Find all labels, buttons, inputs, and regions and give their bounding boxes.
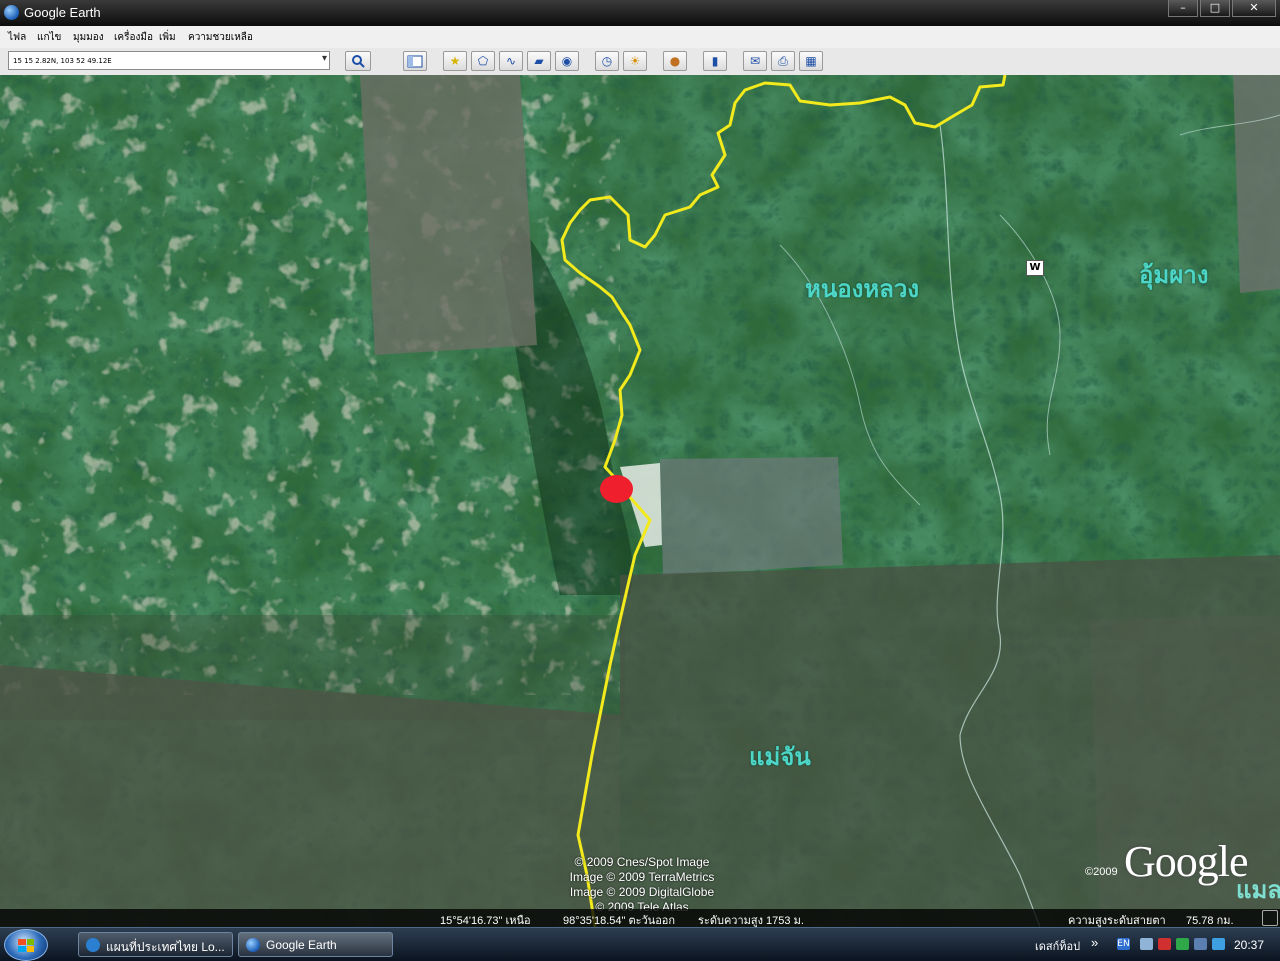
language-indicator[interactable]: EN (1117, 938, 1130, 950)
browser-icon (86, 938, 100, 952)
email-icon: ✉ (749, 54, 761, 68)
map-view[interactable]: W หนองหลวง อุ้มผาง แม่จัน © 2009 Cnes/Sp… (0, 75, 1280, 927)
menu-bar: ไฟล แกไข มุมมอง เครื่องมือ เพิ่ม ความชวย… (0, 26, 1280, 49)
menu-view[interactable]: มุมมอง (73, 30, 104, 45)
ruler-button[interactable]: ▮ (703, 51, 727, 71)
credit-line: Image © 2009 TerraMetrics (569, 870, 715, 884)
taskbar-item-maxthon[interactable]: แผนที่ประเทศไทย Lo... (78, 932, 233, 957)
minimize-button[interactable]: – (1168, 0, 1198, 17)
search-icon (352, 55, 365, 68)
status-bar: 15°54'16.73" เหนือ 98°35'18.54" ตะวันออก… (0, 909, 1280, 927)
polygon-icon: ⬠ (477, 54, 489, 68)
menu-tools[interactable]: เครื่องมือ (114, 30, 153, 45)
clock-icon: ◷ (601, 54, 613, 68)
place-label-maechan[interactable]: แม่จัน (749, 737, 811, 776)
clock[interactable]: 20:37 (1234, 938, 1264, 952)
streaming-indicator-icon (1262, 910, 1278, 926)
add-polygon-button[interactable]: ⬠ (471, 51, 495, 71)
taskbar-item-label: Google Earth (266, 938, 337, 952)
close-button[interactable]: ✕ (1232, 0, 1276, 17)
google-earth-icon (4, 5, 19, 20)
record-tour-button[interactable]: ◉ (555, 51, 579, 71)
desktop-toolbar[interactable]: เดสก์ท็อป (1035, 937, 1080, 955)
sunlight-button[interactable]: ☀ (623, 51, 647, 71)
tray-volume-icon[interactable] (1194, 938, 1207, 950)
sidebar-toggle-button[interactable] (403, 51, 427, 71)
path-icon: ∿ (505, 54, 517, 68)
add-path-button[interactable]: ∿ (499, 51, 523, 71)
place-label-umphang[interactable]: อุ้มผาง (1139, 255, 1209, 294)
add-overlay-button[interactable]: ▰ (527, 51, 551, 71)
windows-taskbar: แผนที่ประเทศไทย Lo... Google Earth เดสก์… (0, 927, 1280, 961)
place-label-partial: แมล (1236, 876, 1280, 904)
search-input[interactable] (11, 53, 315, 68)
view-in-maps-button[interactable]: ▦ (799, 51, 823, 71)
tray-update-icon[interactable] (1212, 938, 1225, 950)
placemark-icon: ★ (449, 54, 461, 68)
maximize-button[interactable]: □ (1200, 0, 1230, 17)
credit-line: © 2009 Cnes/Spot Image (574, 855, 710, 869)
chevron-down-icon[interactable]: ▾ (322, 53, 327, 64)
add-placemark-button[interactable]: ★ (443, 51, 467, 71)
taskbar-item-google-earth[interactable]: Google Earth (238, 932, 393, 957)
google-copyright-year: ©2009 (1085, 866, 1118, 878)
email-button[interactable]: ✉ (743, 51, 767, 71)
credit-line: Image © 2009 DigitalGlobe (569, 885, 715, 899)
sidebar-icon (407, 55, 423, 67)
chevron-right-icon[interactable]: » (1091, 935, 1098, 950)
google-logo: Google (1124, 837, 1249, 886)
overlay-icon: ▰ (534, 54, 544, 68)
search-button[interactable] (345, 51, 371, 71)
maps-icon: ▦ (805, 54, 817, 68)
menu-add[interactable]: เพิ่ม (159, 30, 176, 45)
toolbar: ▾ ★ ⬠ ∿ ▰ ◉ ◷ ☀ ● ▮ ✉ ⎙ ▦ (0, 48, 1280, 76)
sun-icon: ☀ (629, 54, 641, 68)
start-button[interactable] (4, 929, 48, 961)
menu-help[interactable]: ความชวยเหลือ (188, 30, 253, 45)
menu-edit[interactable]: แกไข (37, 30, 61, 45)
windows-logo-icon (18, 939, 34, 952)
place-label-nonglong[interactable]: หนองหลวง (805, 269, 919, 308)
search-box[interactable]: ▾ (8, 51, 330, 70)
switch-planet-button[interactable]: ● (663, 51, 687, 71)
tray-security-icon[interactable] (1158, 938, 1171, 950)
window-title: Google Earth (24, 5, 101, 20)
taskbar-item-label: แผนที่ประเทศไทย Lo... (106, 940, 225, 954)
print-button[interactable]: ⎙ (771, 51, 795, 71)
historical-imagery-button[interactable]: ◷ (595, 51, 619, 71)
menu-file[interactable]: ไฟล (8, 30, 26, 45)
window-titlebar[interactable]: Google Earth – □ ✕ (0, 0, 1280, 26)
tray-network-icon[interactable] (1176, 938, 1189, 950)
satellite-imagery (0, 75, 1280, 927)
placemark-w-icon[interactable]: W (1026, 260, 1044, 276)
ruler-icon: ▮ (711, 54, 719, 68)
camera-icon: ◉ (561, 54, 573, 68)
location-marker[interactable] (600, 475, 633, 503)
print-icon: ⎙ (778, 53, 788, 68)
google-earth-icon (246, 938, 260, 952)
planet-icon: ● (669, 54, 681, 68)
tray-app-icon[interactable] (1140, 938, 1153, 950)
imagery-credits: © 2009 Cnes/Spot Image Image © 2009 Terr… (542, 855, 742, 915)
window-controls: – □ ✕ (1168, 0, 1276, 17)
